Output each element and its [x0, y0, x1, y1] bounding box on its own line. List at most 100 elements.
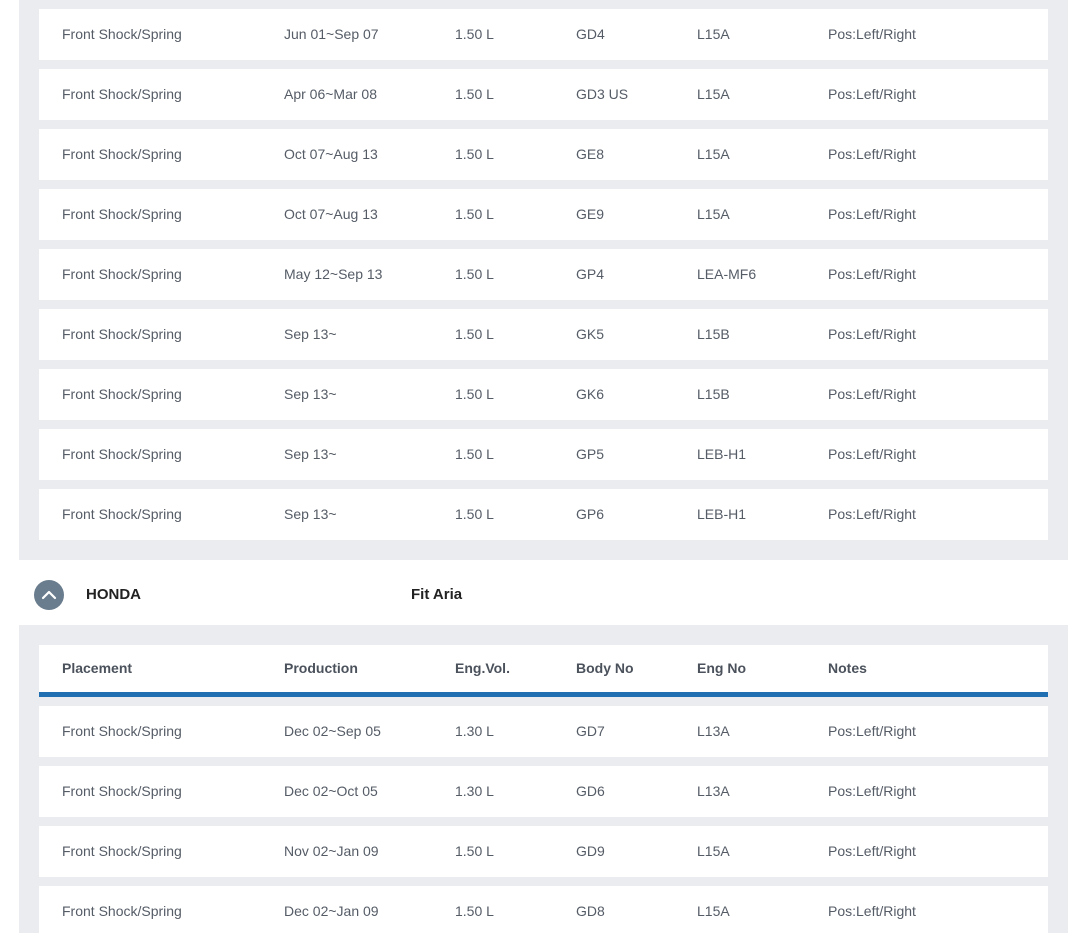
cell-eng-vol: 1.30 L: [455, 723, 494, 739]
cell-eng-vol: 1.50 L: [455, 903, 494, 919]
cell-body-no: GP6: [576, 506, 605, 522]
cell-body-no: GE9: [576, 206, 605, 222]
column-header-body-no: Body No: [576, 660, 634, 676]
cell-body-no: GK6: [576, 386, 605, 402]
cell-eng-vol: 1.50 L: [455, 266, 494, 282]
cell-eng-no: LEA-MF6: [697, 266, 757, 282]
cell-eng-vol: 1.50 L: [455, 206, 494, 222]
table-row: Front Shock/Spring Sep 13~ 1.50 L GK5 L15B Po…: [39, 309, 1048, 360]
cell-placement: Front Shock/Spring: [62, 723, 182, 739]
cell-production: Dec 02~Sep 05: [284, 723, 381, 739]
cell-eng-vol: 1.50 L: [455, 446, 494, 462]
cell-notes: Pos:Left/Right: [828, 783, 916, 799]
column-header-production: Production: [284, 660, 358, 676]
cell-body-no: GD9: [576, 843, 605, 859]
cell-eng-no: LEB-H1: [697, 446, 747, 462]
cell-placement: Front Shock/Spring: [62, 843, 182, 859]
cell-placement: Front Shock/Spring: [62, 86, 182, 102]
cell-placement: Front Shock/Spring: [62, 506, 182, 522]
column-header-eng-vol: Eng.Vol.: [455, 660, 510, 676]
cell-body-no: GD7: [576, 723, 605, 739]
cell-placement: Front Shock/Spring: [62, 783, 182, 799]
cell-body-no: GE8: [576, 146, 605, 162]
cell-notes: Pos:Left/Right: [828, 326, 916, 342]
cell-notes: Pos:Left/Right: [828, 266, 916, 282]
cell-body-no: GD3 US: [576, 86, 629, 102]
table-row: Front Shock/Spring Nov 02~Jan 09 1.50 L GD9…: [39, 826, 1048, 877]
cell-placement: Front Shock/Spring: [62, 266, 182, 282]
cell-eng-no: L15B: [697, 386, 730, 402]
cell-production: Nov 02~Jan 09: [284, 843, 379, 859]
cell-production: Oct 07~Aug 13: [284, 206, 378, 222]
cell-body-no: GK5: [576, 326, 605, 342]
cell-notes: Pos:Left/Right: [828, 26, 916, 42]
column-header-notes: Notes: [828, 660, 867, 676]
cell-eng-vol: 1.30 L: [455, 783, 494, 799]
cell-production: Sep 13~: [284, 326, 337, 342]
cell-body-no: GP4: [576, 266, 605, 282]
cell-production: Dec 02~Jan 09: [284, 903, 379, 919]
cell-eng-no: L15A: [697, 146, 730, 162]
cell-eng-no: L15A: [697, 843, 730, 859]
table-row: Front Shock/Spring Dec 02~Oct 05 1.30 L GD6…: [39, 766, 1048, 817]
cell-body-no: GP5: [576, 446, 605, 462]
cell-production: May 12~Sep 13: [284, 266, 383, 282]
column-header-placement: Placement: [62, 660, 133, 676]
cell-notes: Pos:Left/Right: [828, 723, 916, 739]
chevron-up-icon: [41, 590, 57, 600]
cell-notes: Pos:Left/Right: [828, 446, 916, 462]
cell-notes: Pos:Left/Right: [828, 506, 916, 522]
collapse-button[interactable]: [34, 580, 64, 610]
cell-body-no: GD8: [576, 903, 605, 919]
cell-eng-no: L15A: [697, 206, 730, 222]
table-header: Placement Production Eng.Vol. Body No En…: [39, 645, 1048, 697]
table-row: Front Shock/Spring Dec 02~Jan 09 1.50 L GD8…: [39, 886, 1048, 933]
cell-body-no: GD4: [576, 26, 605, 42]
table-row: Front Shock/Spring Sep 13~ 1.50 L GK6 L15B Po…: [39, 369, 1048, 420]
cell-notes: Pos:Left/Right: [828, 386, 916, 402]
cell-eng-vol: 1.50 L: [455, 843, 494, 859]
table-row: Front Shock/Spring Oct 07~Aug 13 1.50 L GE9…: [39, 189, 1048, 240]
cell-notes: Pos:Left/Right: [828, 86, 916, 102]
column-header-eng-no: Eng No: [697, 660, 746, 676]
cell-eng-vol: 1.50 L: [455, 326, 494, 342]
cell-eng-vol: 1.50 L: [455, 26, 494, 42]
cell-placement: Front Shock/Spring: [62, 386, 182, 402]
cell-eng-no: L15A: [697, 903, 730, 919]
cell-placement: Front Shock/Spring: [62, 446, 182, 462]
cell-body-no: GD6: [576, 783, 605, 799]
cell-notes: Pos:Left/Right: [828, 903, 916, 919]
cell-notes: Pos:Left/Right: [828, 843, 916, 859]
cell-eng-vol: 1.50 L: [455, 86, 494, 102]
cell-eng-no: LEB-H1: [697, 506, 747, 522]
cell-production: Sep 13~: [284, 506, 337, 522]
cell-eng-no: L13A: [697, 723, 730, 739]
page: Front Shock/Spring Jun 01~Sep 07 1.50 L GD4…: [0, 0, 1089, 933]
cell-notes: Pos:Left/Right: [828, 146, 916, 162]
group-model: Fit Aria: [411, 586, 463, 603]
cell-eng-vol: 1.50 L: [455, 386, 494, 402]
cell-production: Sep 13~: [284, 386, 337, 402]
cell-eng-no: L13A: [697, 783, 730, 799]
cell-placement: Front Shock/Spring: [62, 206, 182, 222]
table-row: Front Shock/Spring Oct 07~Aug 13 1.50 L GE8…: [39, 129, 1048, 180]
cell-eng-no: L15B: [697, 326, 730, 342]
table-row: Front Shock/Spring Dec 02~Sep 05 1.30 L GD7…: [39, 706, 1048, 757]
group-header[interactable]: HONDA Fit Aria: [19, 565, 1068, 625]
table-row: Front Shock/Spring Apr 06~Mar 08 1.50 L GD3…: [39, 69, 1048, 120]
cell-placement: Front Shock/Spring: [62, 26, 182, 42]
cell-production: Sep 13~: [284, 446, 337, 462]
cell-eng-vol: 1.50 L: [455, 146, 494, 162]
cell-notes: Pos:Left/Right: [828, 206, 916, 222]
table-row: Front Shock/Spring Sep 13~ 1.50 L GP6 LEB-H1…: [39, 489, 1048, 540]
cell-production: Jun 01~Sep 07: [284, 26, 379, 42]
cell-eng-no: L15A: [697, 86, 730, 102]
cell-placement: Front Shock/Spring: [62, 903, 182, 919]
group-brand: HONDA: [86, 586, 141, 603]
cell-placement: Front Shock/Spring: [62, 146, 182, 162]
table-row: Front Shock/Spring Sep 13~ 1.50 L GP5 LEB-H1…: [39, 429, 1048, 480]
cell-eng-vol: 1.50 L: [455, 506, 494, 522]
cell-production: Oct 07~Aug 13: [284, 146, 378, 162]
table-row: Front Shock/Spring May 12~Sep 13 1.50 L GP4…: [39, 249, 1048, 300]
table-row: Front Shock/Spring Jun 01~Sep 07 1.50 L GD4…: [39, 9, 1048, 60]
